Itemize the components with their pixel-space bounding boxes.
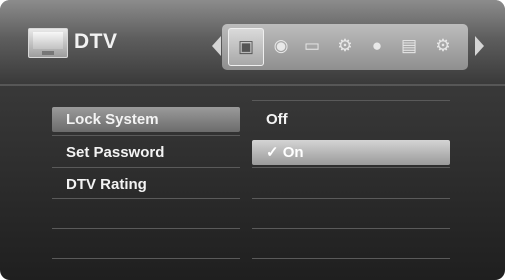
menu-separator xyxy=(52,228,240,229)
header-divider xyxy=(0,84,505,86)
globe-icon[interactable]: ● xyxy=(365,34,389,58)
menu-separator xyxy=(52,167,240,168)
option-separator xyxy=(252,198,450,199)
menu-item-set-password[interactable]: Set Password xyxy=(52,140,240,165)
option-separator xyxy=(252,228,450,229)
dtv-settings-window: DTV ▣ ◉ ▭ ⚙ ● ▤ ⚙ Lock System Set Passwo… xyxy=(0,0,505,280)
chevron-right-icon[interactable] xyxy=(475,36,484,56)
option-label: Off xyxy=(266,111,288,128)
option-off[interactable]: Off xyxy=(252,107,450,132)
option-separator xyxy=(252,167,450,168)
menu-item-dtv-rating[interactable]: DTV Rating xyxy=(52,172,240,197)
option-on[interactable]: ✓ On xyxy=(252,140,450,165)
settings-gears-icon[interactable]: ⚙ xyxy=(333,34,357,58)
tv-stand xyxy=(42,51,54,55)
header-bar: DTV ▣ ◉ ▭ ⚙ ● ▤ ⚙ xyxy=(0,0,505,84)
option-label: ✓ On xyxy=(266,144,304,161)
tv-icon xyxy=(28,28,68,58)
menu-item-label: Set Password xyxy=(66,144,165,161)
gear-icon[interactable]: ⚙ xyxy=(431,34,455,58)
menu-item-lock-system[interactable]: Lock System xyxy=(52,107,240,132)
speaker-icon[interactable]: ◉ xyxy=(269,34,293,58)
tv-screen xyxy=(33,32,63,49)
menu-separator xyxy=(52,198,240,199)
option-separator xyxy=(252,100,450,101)
monitor-icon[interactable]: ▭ xyxy=(300,34,324,58)
chevron-left-icon[interactable] xyxy=(212,36,221,56)
menu-item-label: Lock System xyxy=(66,111,159,128)
page-title: DTV xyxy=(74,30,118,53)
menu-separator xyxy=(52,135,240,136)
menu-separator xyxy=(52,258,240,259)
tv-icon[interactable]: ▣ xyxy=(228,28,264,66)
menu-item-label: DTV Rating xyxy=(66,176,147,193)
lock-box-icon[interactable]: ▤ xyxy=(397,34,421,58)
option-separator xyxy=(252,258,450,259)
settings-tabs: ▣ ◉ ▭ ⚙ ● ▤ ⚙ xyxy=(222,24,468,70)
